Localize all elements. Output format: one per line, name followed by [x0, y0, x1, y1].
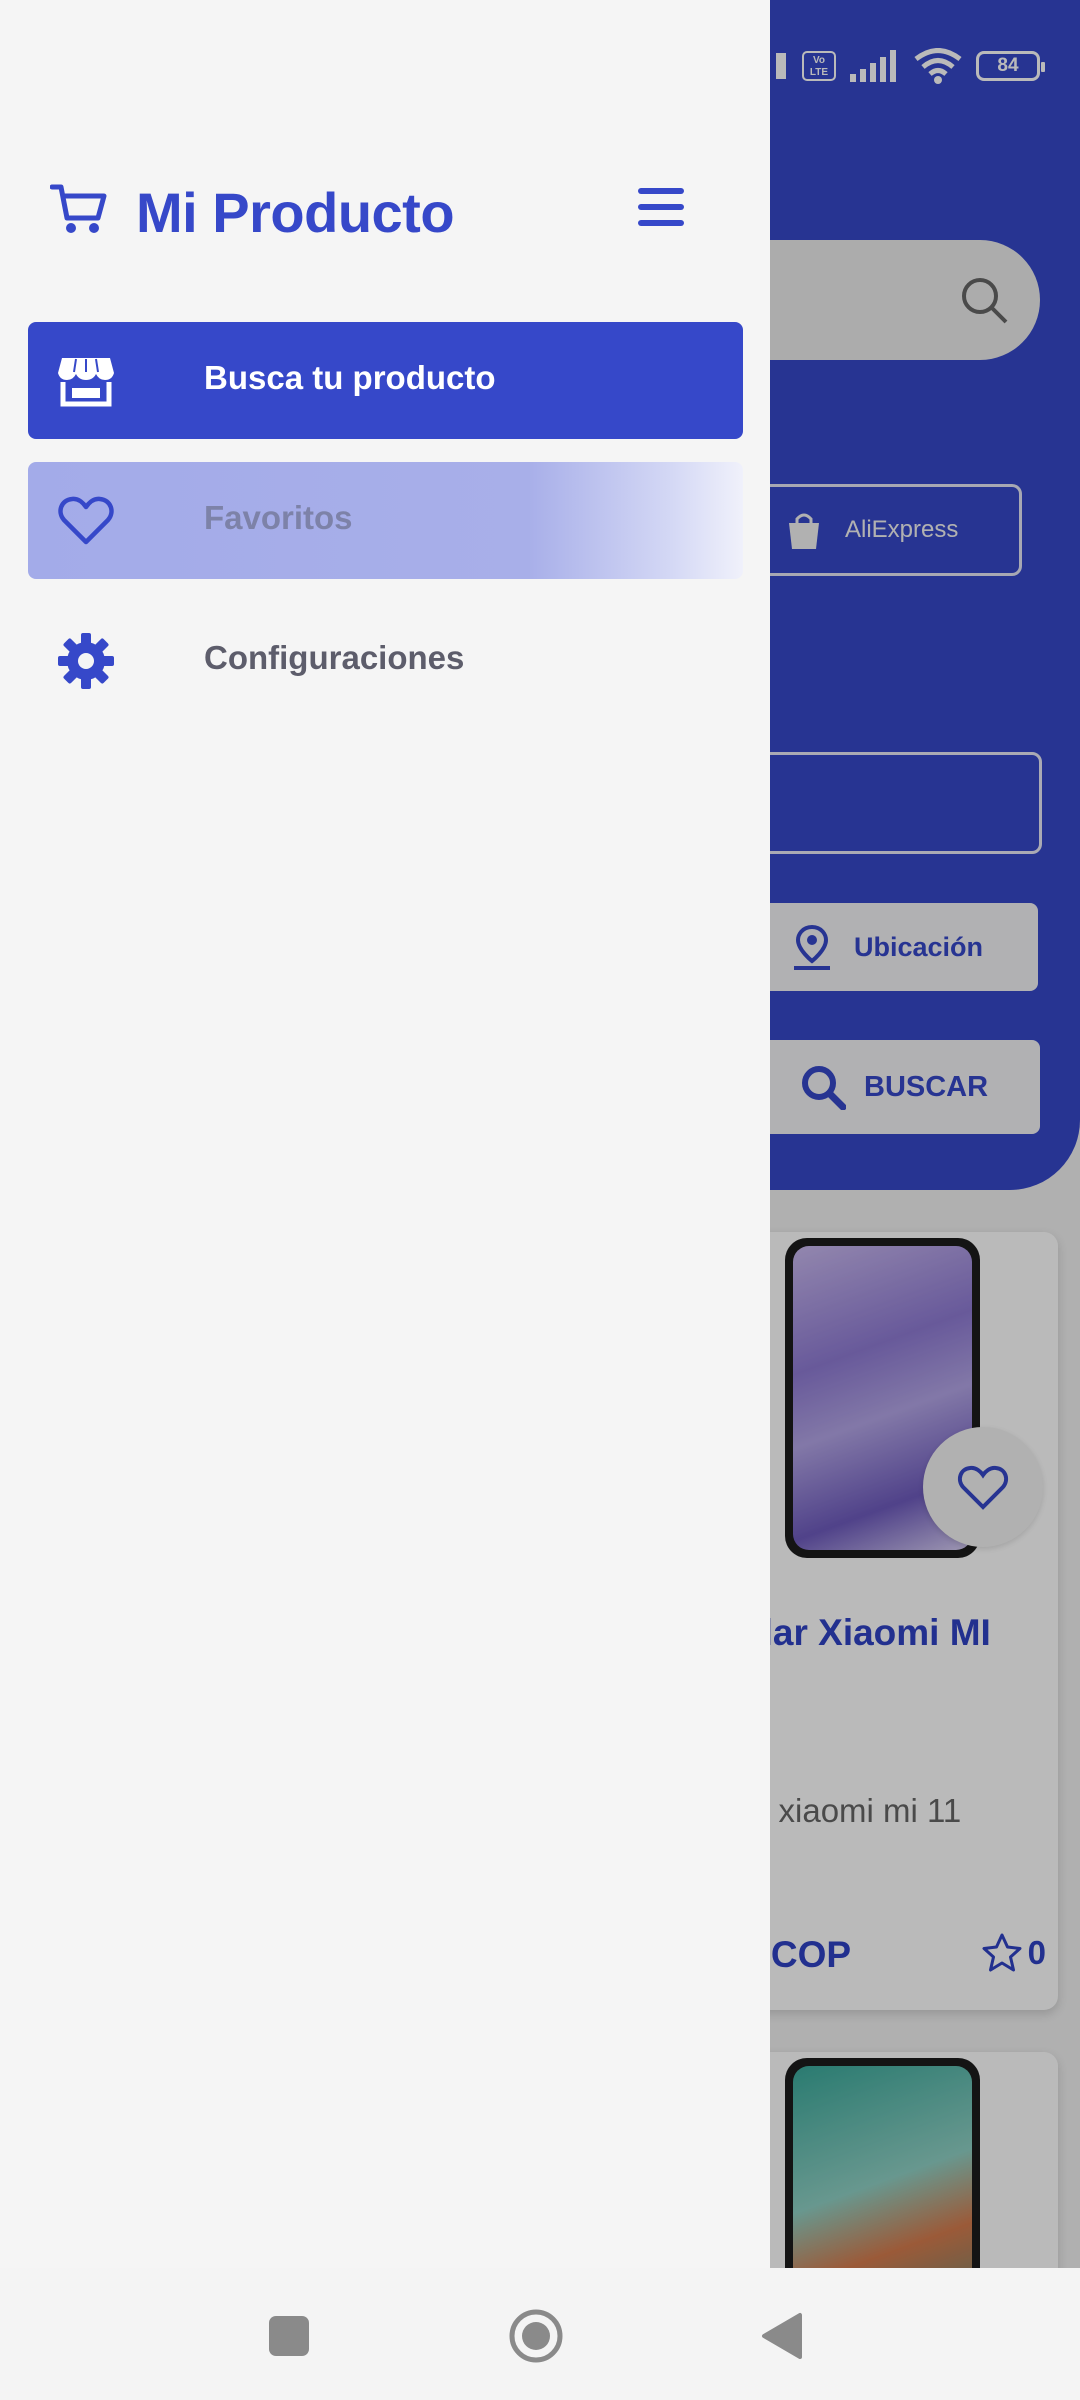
navigation-drawer: Mi Producto Busca tu producto Favoritos [0, 0, 770, 2268]
back-icon [762, 2313, 802, 2359]
drawer-item-label: Busca tu producto [204, 359, 496, 396]
home-icon [509, 2309, 563, 2363]
drawer-item-search[interactable]: Busca tu producto [28, 322, 743, 439]
cart-icon [50, 184, 107, 233]
drawer-item-label: Favoritos [204, 499, 353, 536]
recents-icon [269, 2316, 309, 2356]
gear-icon [52, 627, 120, 695]
home-button[interactable] [496, 2296, 576, 2376]
store-icon [52, 347, 120, 415]
app-title: Mi Producto [136, 181, 455, 244]
system-nav-bar [0, 2268, 1080, 2400]
drawer-item-label: Configuraciones [204, 639, 465, 676]
drawer-header: Mi Producto [0, 170, 770, 260]
back-button[interactable] [742, 2296, 822, 2376]
drawer-item-favorites[interactable]: Favoritos [28, 462, 743, 579]
heart-icon [52, 487, 120, 555]
drawer-item-settings[interactable]: Configuraciones [28, 602, 743, 719]
hamburger-icon[interactable] [628, 188, 694, 238]
recents-button[interactable] [249, 2296, 329, 2376]
